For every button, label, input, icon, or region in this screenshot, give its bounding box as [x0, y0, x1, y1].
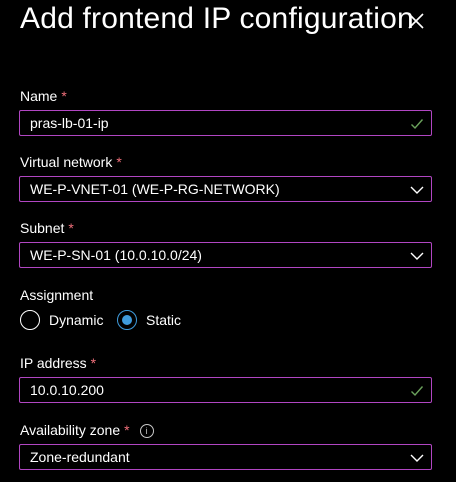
info-icon[interactable]: i: [139, 424, 154, 438]
virtual-network-dropdown[interactable]: WE-P-VNET-01 (WE-P-RG-NETWORK): [19, 176, 432, 202]
radio-static-label[interactable]: Static: [146, 312, 181, 328]
chevron-down-icon: [410, 186, 424, 194]
subnet-label: Subnet *: [20, 220, 74, 236]
checkmark-icon: [411, 119, 424, 130]
chevron-down-icon: [410, 454, 424, 462]
required-marker: *: [116, 154, 122, 170]
assignment-label: Assignment: [20, 287, 94, 303]
checkmark-icon: [411, 386, 424, 397]
panel-title: Add frontend IP configuration: [20, 2, 414, 35]
chevron-down-icon: [410, 252, 424, 260]
radio-static[interactable]: [117, 310, 137, 330]
subnet-value: WE-P-SN-01 (10.0.10.0/24): [30, 247, 202, 263]
required-marker: *: [61, 88, 67, 104]
radio-dynamic[interactable]: [20, 310, 40, 330]
required-marker: *: [68, 220, 74, 236]
name-input-value: pras-lb-01-ip: [30, 115, 109, 131]
radio-dynamic-label[interactable]: Dynamic: [49, 312, 103, 328]
virtual-network-label: Virtual network *: [20, 154, 122, 170]
availability-zone-label: Availability zone * i: [20, 422, 154, 438]
required-marker: *: [90, 355, 97, 371]
ip-address-input[interactable]: 10.0.10.200: [19, 377, 432, 403]
name-label: Name *: [20, 88, 67, 104]
availability-zone-value: Zone-redundant: [30, 449, 130, 465]
availability-zone-dropdown[interactable]: Zone-redundant: [19, 444, 432, 470]
virtual-network-value: WE-P-VNET-01 (WE-P-RG-NETWORK): [30, 181, 280, 197]
close-icon[interactable]: [404, 9, 428, 33]
required-marker: *: [124, 422, 130, 438]
ip-address-label: IP address *: [20, 355, 97, 371]
name-input[interactable]: pras-lb-01-ip: [19, 110, 432, 136]
subnet-dropdown[interactable]: WE-P-SN-01 (10.0.10.0/24): [19, 242, 432, 268]
ip-address-value: 10.0.10.200: [30, 382, 104, 398]
